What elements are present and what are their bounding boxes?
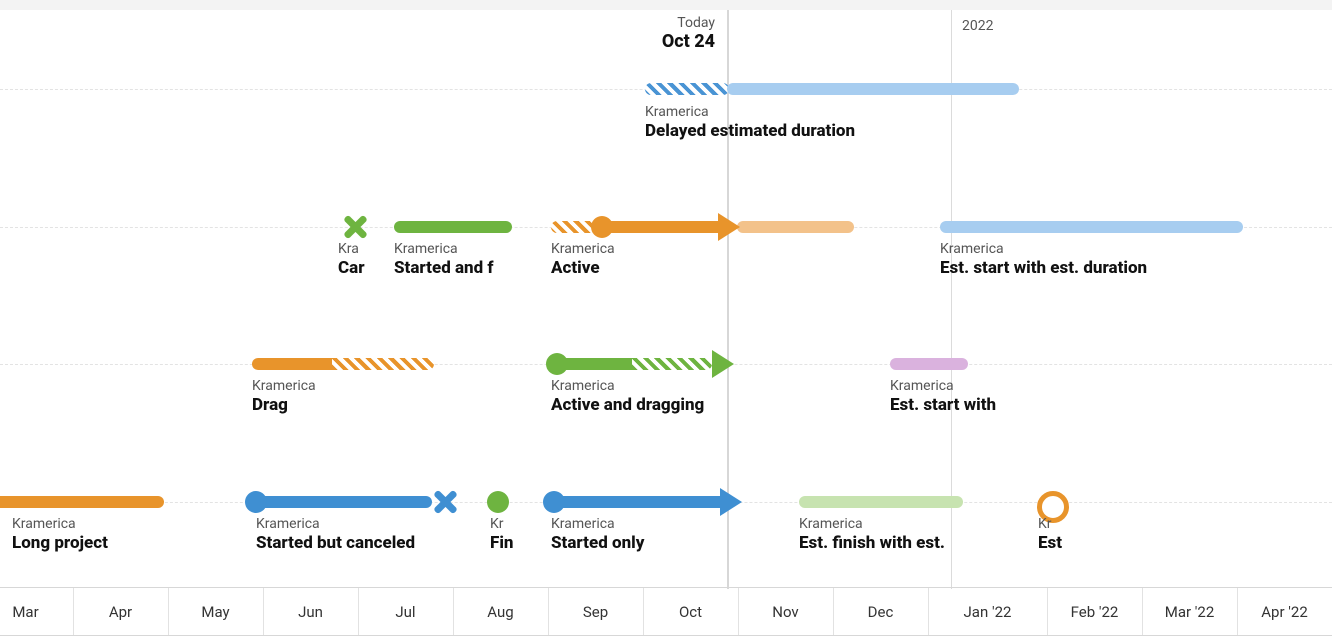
start-dot-icon[interactable] [245,491,267,513]
timeline-canvas[interactable]: Today Oct 24 2022 Kramerica Delayed esti… [0,0,1332,636]
month-cell[interactable]: Aug [453,588,548,635]
item-title: Fin [490,533,526,554]
item-title: Active and dragging [551,395,704,416]
item-org: Kramerica [394,241,518,258]
item-title: Est. finish with est. [799,533,967,554]
item-canceled-g[interactable]: Kra Car [338,241,382,279]
item-est-ring[interactable]: Kr Est [1038,516,1074,554]
month-cell[interactable]: May [168,588,263,635]
top-strip [0,0,1332,10]
item-org: Kra [338,241,382,258]
item-est-start-dur[interactable]: Kramerica Est. start with est. duration [940,241,1147,279]
item-est-finish[interactable]: Kramerica Est. finish with est. [799,516,967,554]
bar-long-project[interactable] [0,496,164,508]
bar-drag-hatched[interactable] [332,358,434,370]
item-fin[interactable]: Kr Fin [490,516,526,554]
finish-dot-icon[interactable] [487,491,509,513]
bar-started-finished[interactable] [394,221,512,233]
item-org: Kramerica [551,516,644,533]
item-active[interactable]: Kramerica Active [551,241,615,279]
bar-activedrag-hatched[interactable] [632,358,712,370]
bar-est-finish[interactable] [799,496,963,508]
item-org: Kramerica [940,241,1147,258]
month-cell[interactable]: Sep [548,588,643,635]
item-org: Kramerica [252,378,316,395]
today-date: Oct 24 [620,31,715,53]
item-started-only[interactable]: Kramerica Started only [551,516,644,554]
item-org: Kramerica [12,516,108,533]
item-org: Kr [490,516,526,533]
bar-delayed-est[interactable] [727,83,1019,95]
item-title: Delayed estimated duration [645,121,855,142]
item-title: Car [338,258,382,279]
bar-est-start-dur[interactable] [940,221,1243,233]
month-cell[interactable]: Feb '22 [1047,588,1142,635]
item-est-start[interactable]: Kramerica Est. start with [890,378,1008,416]
month-cell[interactable]: Nov [738,588,833,635]
progress-arrow-icon [718,213,740,241]
item-org: Kramerica [890,378,1008,395]
start-dot-icon[interactable] [546,353,568,375]
progress-arrow-icon [712,350,734,378]
bar-active-tail[interactable] [737,221,854,233]
item-org: Kramerica [645,104,855,121]
month-cell[interactable]: Jun [263,588,358,635]
month-cell[interactable]: Mar '22 [1142,588,1237,635]
item-started-canceled[interactable]: Kramerica Started but canceled [256,516,415,554]
bar-drag-solid[interactable] [252,358,332,370]
item-drag[interactable]: Kramerica Drag [252,378,316,416]
item-org: Kr [1038,516,1074,533]
bar-active-solid[interactable] [602,221,718,233]
month-cell[interactable]: Dec [833,588,928,635]
bar-est-start[interactable] [890,358,968,370]
item-org: Kramerica [256,516,415,533]
item-title: Started only [551,533,644,554]
cancel-x-icon[interactable]: .x-green::before,.x-green::after{backgro… [341,214,367,240]
progress-arrow-icon [720,488,742,516]
bar-activedrag-solid[interactable] [557,358,632,370]
item-active-drag[interactable]: Kramerica Active and dragging [551,378,704,416]
item-delayed[interactable]: Kramerica Delayed estimated duration [645,104,855,142]
item-title: Est. start with est. duration [940,258,1147,279]
month-cell[interactable]: Oct [643,588,738,635]
item-title: Est. start with [890,395,1008,416]
cancel-x-icon[interactable] [431,489,457,515]
year-marker-label: 2022 [962,18,993,34]
bar-started-only[interactable] [554,496,720,508]
item-title: Drag [252,395,316,416]
month-cell[interactable]: Jul [358,588,453,635]
item-org: Kramerica [551,241,615,258]
bar-delayed-hatched[interactable] [645,83,729,95]
item-title: Long project [12,533,108,554]
item-long[interactable]: Kramerica Long project [12,516,108,554]
month-cell[interactable]: Jan '22 [928,588,1047,635]
item-org: Kramerica [799,516,967,533]
month-cell[interactable]: Mar [0,588,73,635]
item-title: Active [551,258,615,279]
today-marker: Today Oct 24 [620,16,715,53]
month-cell[interactable]: Apr [73,588,168,635]
month-ruler[interactable]: Mar Apr May Jun Jul Aug Sep Oct Nov Dec … [0,587,1332,636]
item-started-finished[interactable]: Kramerica Started and f [394,241,518,279]
item-title: Started and f [394,258,518,279]
item-org: Kramerica [551,378,704,395]
item-title: Est [1038,533,1074,554]
start-dot-icon[interactable] [591,216,613,238]
start-dot-icon[interactable] [543,491,565,513]
item-title: Started but canceled [256,533,415,554]
today-label: Today [620,16,715,31]
month-cell[interactable]: Apr '22 [1237,588,1332,635]
bar-started-canceled[interactable] [256,496,432,508]
